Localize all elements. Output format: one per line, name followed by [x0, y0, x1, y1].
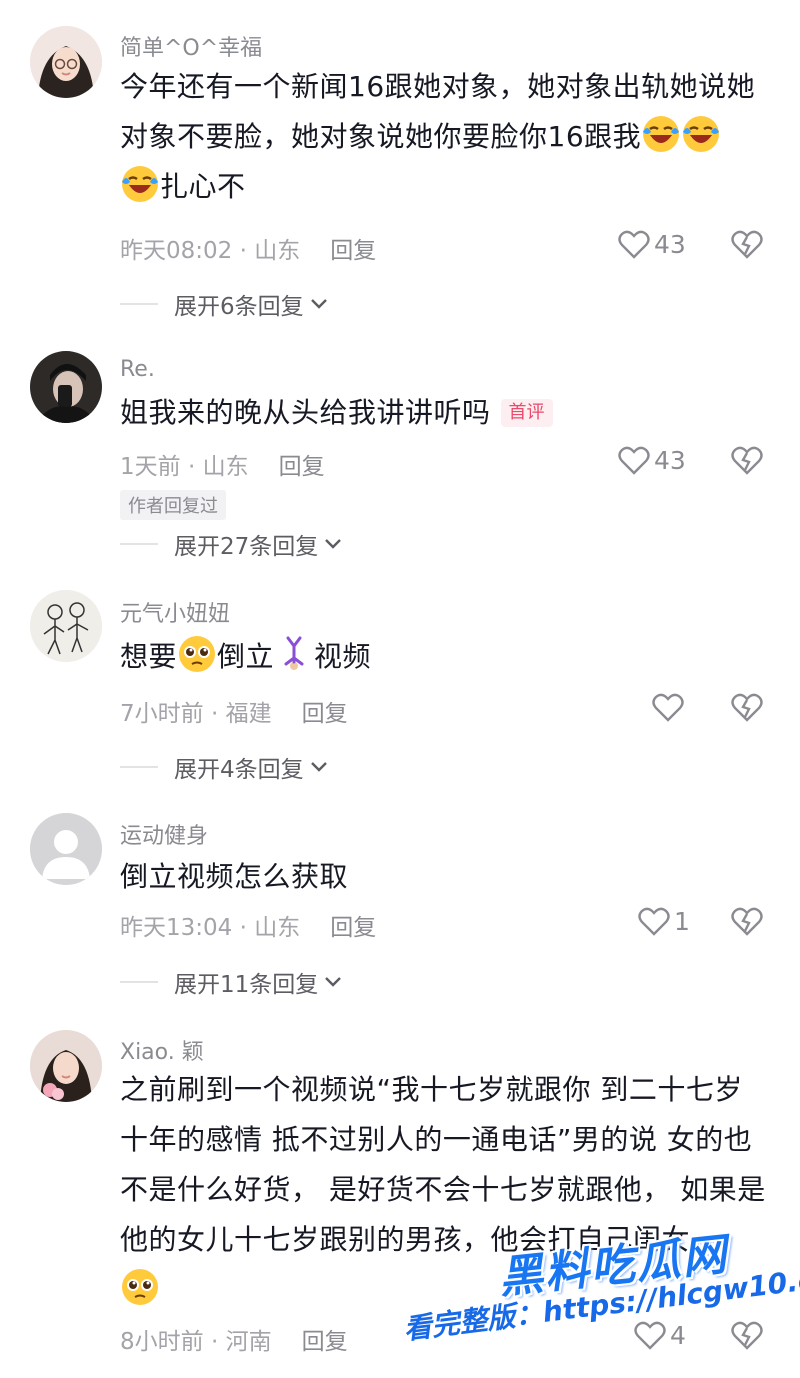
like-button[interactable]: 43	[618, 445, 686, 475]
laughing-crying-emoji	[120, 164, 160, 204]
avatar[interactable]	[30, 1030, 102, 1102]
dislike-button[interactable]	[731, 445, 763, 475]
broken-heart-icon	[731, 907, 763, 936]
avatar[interactable]	[30, 26, 102, 98]
comment-text: 想要 倒立 视频	[120, 632, 780, 682]
author-replied-badge: 作者回复过	[120, 490, 226, 520]
laughing-crying-emoji	[641, 114, 681, 154]
comment-meta: 8小时前 · 河南 回复	[120, 1329, 348, 1355]
chevron-down-icon	[325, 539, 342, 549]
expand-replies[interactable]: 展开6条回复	[120, 287, 328, 321]
watermark: 黑料吃瓜网 看完整版：https://hlcgw10.com	[400, 1224, 800, 1364]
like-button[interactable]: 1	[638, 906, 690, 936]
comment-meta: 昨天08:02 · 山东 回复	[120, 238, 377, 264]
like-count: 43	[654, 229, 686, 259]
comment-text: 倒立视频怎么获取	[120, 860, 349, 893]
heart-icon	[618, 446, 650, 475]
like-count: 1	[674, 906, 690, 936]
dislike-button[interactable]	[731, 229, 763, 259]
reply-button[interactable]: 回复	[302, 1329, 348, 1355]
expand-replies[interactable]: 展开27条回复	[120, 527, 342, 561]
reply-button[interactable]: 回复	[302, 701, 348, 727]
username[interactable]: Re.	[120, 357, 155, 382]
username[interactable]: 元气小妞妞	[120, 596, 230, 628]
avatar[interactable]	[30, 813, 102, 885]
expand-replies[interactable]: 展开11条回复	[120, 965, 342, 999]
dislike-button[interactable]	[731, 692, 763, 722]
first-comment-tag: 首评	[500, 399, 553, 427]
comment-text: 姐我来的晚从头给我讲讲听吗 首评	[120, 388, 780, 438]
broken-heart-icon	[731, 693, 763, 722]
broken-heart-icon	[731, 446, 763, 475]
heart-icon	[638, 907, 670, 936]
username[interactable]: 简单^O^幸福	[120, 30, 262, 62]
username[interactable]: 运动健身	[120, 818, 208, 850]
comment-meta: 昨天13:04 · 山东 回复	[120, 915, 377, 941]
handstand-emoji	[274, 634, 314, 674]
pleading-emoji	[120, 1267, 160, 1307]
reply-button[interactable]: 回复	[279, 454, 325, 480]
comment-text: 今年还有一个新闻16跟她对象，她对象出轨她说她对象不要脸，她对象说她你要脸你16…	[120, 70, 756, 204]
heart-icon	[652, 693, 684, 722]
expand-replies[interactable]: 展开4条回复	[120, 750, 328, 784]
comment-meta: 1天前 · 山东 回复	[120, 454, 325, 480]
like-button[interactable]	[652, 692, 688, 722]
like-button[interactable]: 43	[618, 229, 686, 259]
chevron-down-icon	[325, 977, 342, 987]
heart-icon	[618, 230, 650, 259]
avatar[interactable]	[30, 590, 102, 662]
comment-meta: 7小时前 · 福建 回复	[120, 701, 348, 727]
reply-button[interactable]: 回复	[330, 915, 376, 941]
laughing-crying-emoji	[681, 114, 721, 154]
like-count: 43	[654, 445, 686, 475]
chevron-down-icon	[310, 762, 327, 772]
dislike-button[interactable]	[731, 906, 763, 936]
username[interactable]: Xiao. 颖	[120, 1034, 204, 1066]
reply-button[interactable]: 回复	[330, 238, 376, 264]
chevron-down-icon	[310, 299, 327, 309]
pleading-emoji	[177, 634, 217, 674]
broken-heart-icon	[731, 230, 763, 259]
avatar[interactable]	[30, 351, 102, 423]
